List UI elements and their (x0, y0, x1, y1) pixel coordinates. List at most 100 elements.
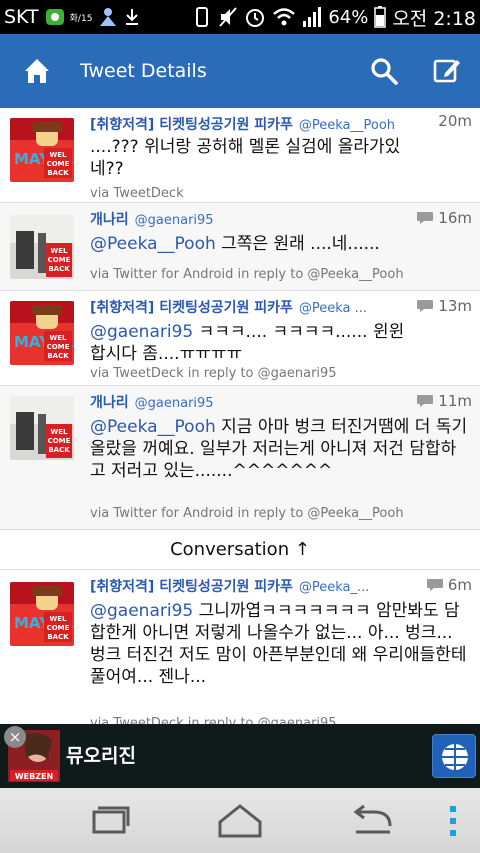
tweet-item[interactable]: WEL COME BACK 개나리 @gaenari95 11m @Peeka__… (0, 386, 480, 530)
author-name: [취향저격] 티켓팅성공기원 피카푸 (90, 579, 293, 595)
avatar[interactable]: WEL COME BACK (10, 396, 74, 460)
tweet-mention[interactable]: @gaenari95 (90, 601, 193, 621)
navigation-bar (0, 788, 480, 853)
tweet-via: via Twitter for Android in reply to @Pee… (90, 506, 404, 521)
svg-text:BACK: BACK (48, 265, 70, 273)
tweet-list[interactable]: MAYBACK WEL COME BACK [취향저격] 티켓팅성공기원 피카푸… (0, 108, 480, 724)
avatar[interactable]: WEL COME BACK (10, 215, 74, 279)
svg-text:BACK: BACK (47, 633, 69, 641)
tweet-time: 6m (426, 576, 472, 594)
avatar[interactable]: MAYBACK WEL COME BACK (10, 118, 74, 182)
tweet-author[interactable]: [취향저격] 티켓팅성공기원 피카푸 @Peeka_... (90, 576, 369, 596)
globe-icon (440, 742, 470, 772)
svg-text:WEL: WEL (50, 334, 68, 342)
author-handle: @gaenari95 (134, 396, 214, 411)
back-icon[interactable] (350, 802, 394, 838)
mayback-avatar-image: MAYBACK WEL COME BACK (10, 118, 74, 182)
person-icon (100, 8, 117, 26)
svg-text:WEL: WEL (50, 151, 68, 159)
svg-text:BACK: BACK (48, 446, 70, 454)
author-name: 개나리 (90, 395, 129, 411)
clock: 오전 2:18 (392, 7, 476, 30)
compose-icon[interactable] (432, 56, 462, 86)
mayback-avatar-image: MAYBACK WEL COME BACK (10, 301, 74, 365)
signal-icon (303, 7, 322, 27)
page-title: Tweet Details (80, 60, 207, 82)
alarm-icon (246, 9, 265, 27)
tweet-author[interactable]: [취향저격] 티켓팅성공기원 피카푸 @Peeka ... (90, 297, 367, 317)
tweet-via: via TweetDeck in reply to @gaenari95 (90, 366, 337, 381)
date-notification-label: 화/15 (69, 13, 93, 24)
svg-text:WEL: WEL (51, 428, 69, 436)
welcome-avatar-image: WEL COME BACK (10, 215, 74, 279)
recent-apps-icon[interactable] (86, 802, 130, 838)
svg-text:COME: COME (47, 343, 70, 351)
tweet-item[interactable]: WEL COME BACK 개나리 @gaenari95 16m @Peeka__… (0, 203, 480, 291)
tweet-text: @gaenari95 그니까엽ㅋㅋㅋㅋㅋㅋㅋ 암만봐도 담합한게 아니면 저렇게… (90, 601, 467, 687)
tweet-author[interactable]: 개나리 @gaenari95 (90, 392, 214, 412)
status-bar: SKT 화/15 64% 오전 2:18 (0, 0, 480, 34)
app-bar: Tweet Details (0, 34, 480, 108)
reply-bubble-icon (417, 212, 434, 224)
ad-banner[interactable]: WEBZEN × 뮤오리진 (0, 724, 480, 788)
author-name: [취향저격] 티켓팅성공기원 피카푸 (90, 117, 293, 133)
tweet-time: 20m (438, 112, 472, 130)
tweet-via: via TweetDeck in reply to @gaenari95 (90, 716, 337, 724)
author-handle: @Peeka__Pooh (298, 118, 396, 133)
author-handle: @Peeka_... (298, 580, 370, 595)
tweet-author[interactable]: [취향저격] 티켓팅성공기원 피카푸 @Peeka__Pooh (90, 114, 395, 134)
welcome-avatar-image: WEL COME BACK (10, 396, 74, 460)
svg-text:COME: COME (47, 624, 70, 632)
tweet-text: @Peeka__Pooh 지금 아마 벙크 터진거땜에 더 독기 올랐을 꺼예요… (90, 417, 468, 481)
tweet-item[interactable]: MAYBACK WEL COME BACK [취향저격] 티켓팅성공기원 피카푸… (0, 570, 480, 724)
ad-title[interactable]: 뮤오리진 (66, 724, 136, 788)
ad-close-button[interactable]: × (4, 726, 26, 748)
tweet-mention[interactable]: @gaenari95 (90, 322, 193, 342)
svg-text:WEL: WEL (50, 615, 68, 623)
tweet-time: 13m (416, 297, 472, 315)
tweet-time: 11m (416, 392, 472, 410)
tweet-mention[interactable]: @Peeka__Pooh (90, 417, 216, 437)
conversation-toggle[interactable]: Conversation ↑ (0, 530, 480, 570)
author-handle: @Peeka ... (298, 301, 368, 316)
home-nav-icon[interactable] (216, 802, 264, 838)
tweet-author[interactable]: 개나리 @gaenari95 (90, 209, 214, 229)
notification-icons: 화/15 (45, 6, 141, 28)
svg-text:COME: COME (47, 160, 70, 168)
author-handle: @gaenari95 (134, 213, 214, 228)
menu-icon[interactable] (448, 806, 458, 836)
battery-icon (374, 6, 387, 28)
home-icon[interactable] (22, 56, 52, 86)
wifi-icon (273, 8, 296, 26)
search-icon[interactable] (369, 56, 399, 86)
tweet-time: 16m (416, 209, 472, 227)
author-name: 개나리 (90, 212, 129, 228)
tweet-item[interactable]: MAYBACK WEL COME BACK [취향저격] 티켓팅성공기원 피카푸… (0, 108, 480, 203)
svg-text:COME: COME (48, 437, 71, 445)
download-icon (126, 9, 139, 25)
avatar[interactable]: MAYBACK WEL COME BACK (10, 582, 74, 646)
vibrate-icon (196, 7, 209, 27)
avatar[interactable]: MAYBACK WEL COME BACK (10, 301, 74, 365)
tweet-mention[interactable]: @Peeka__Pooh (90, 234, 216, 254)
svg-text:WEL: WEL (51, 247, 69, 255)
app-notification-icon (45, 9, 64, 25)
reply-bubble-icon (417, 300, 434, 312)
battery-percent: 64% (328, 6, 369, 28)
status-right: 64% 오전 2:18 (192, 0, 476, 34)
tweet-item[interactable]: MAYBACK WEL COME BACK [취향저격] 티켓팅성공기원 피카푸… (0, 291, 480, 386)
tweet-text: @Peeka__Pooh 그쪽은 원래 ....네...... (90, 234, 380, 254)
svg-text:BACK: BACK (47, 352, 69, 360)
author-name: [취향저격] 티켓팅성공기원 피카푸 (90, 300, 293, 316)
tweet-text: ....??? 위너랑 공허해 멜론 실검에 올라가있네?? (90, 137, 401, 179)
reply-bubble-icon (426, 579, 443, 591)
tweet-text: @gaenari95 ㅋㅋㅋ.... ㅋㅋㅋㅋ...... 윈윈합시다 좀...… (90, 322, 405, 364)
reply-bubble-icon (417, 395, 434, 407)
tweet-via: via Twitter for Android in reply to @Pee… (90, 267, 404, 282)
ad-brand: WEBZEN (15, 772, 53, 781)
svg-text:COME: COME (48, 256, 71, 264)
mayback-avatar-image: MAYBACK WEL COME BACK (10, 582, 74, 646)
svg-text:BACK: BACK (47, 169, 69, 177)
tweet-via: via TweetDeck (90, 186, 184, 201)
ad-action-button[interactable] (432, 734, 476, 778)
